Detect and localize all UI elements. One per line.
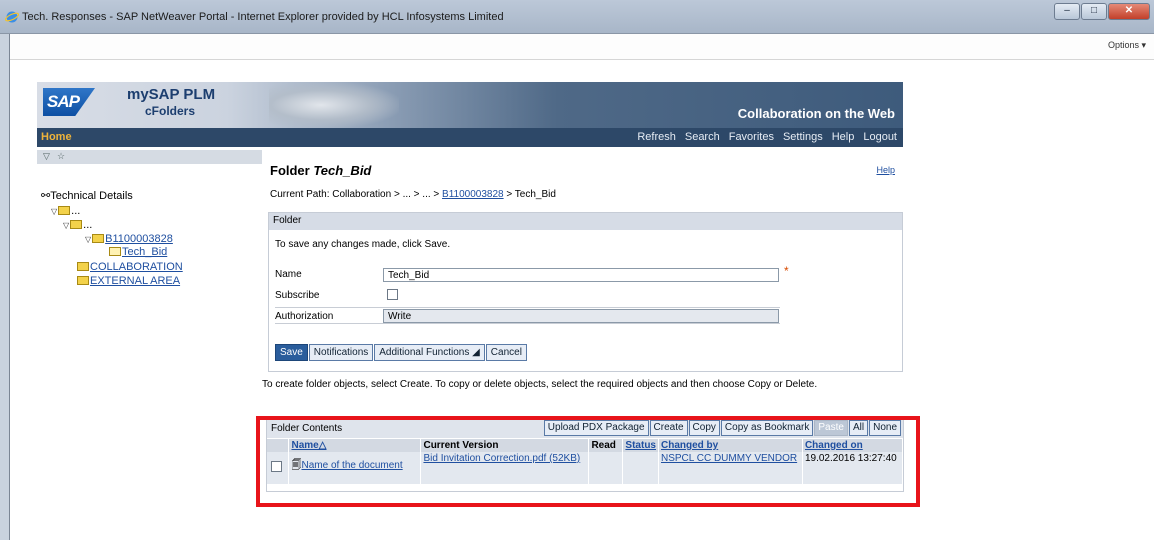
window-titlebar: Tech. Responses - SAP NetWeaver Portal -… (0, 0, 1154, 34)
nav-search[interactable]: Search (685, 131, 720, 143)
tree-toolbar: ▽ ☆ (37, 150, 262, 164)
subscribe-checkbox[interactable] (387, 289, 398, 300)
navigation-bar: Home Refresh Search Favorites Settings H… (37, 128, 903, 147)
page-title: Folder Tech_Bid (270, 163, 372, 178)
open-folder-icon (109, 247, 121, 256)
nav-favorites[interactable]: Favorites (729, 131, 774, 143)
folder-icon (92, 234, 105, 243)
banner-title: Collaboration on the Web (737, 106, 895, 121)
close-button[interactable]: ✕ (1108, 3, 1150, 20)
cancel-button[interactable]: Cancel (485, 344, 527, 361)
product-name: mySAP PLM (127, 86, 216, 103)
folder-tree: ⚯Technical Details ▽... ▽... ▽ B110000382… (37, 165, 262, 540)
name-label: Name (275, 269, 302, 280)
folder-icon (58, 206, 71, 215)
close-icon: ✕ (1124, 5, 1134, 16)
folder-panel: Folder To save any changes made, click S… (268, 212, 903, 372)
breadcrumb: Current Path: Collaboration > ... > ... … (270, 189, 556, 200)
collapse-icon[interactable]: ▽ (43, 151, 50, 162)
folder-icon (77, 262, 89, 271)
required-indicator: * (784, 264, 789, 278)
window-title: Tech. Responses - SAP NetWeaver Portal -… (22, 11, 504, 23)
nav-settings[interactable]: Settings (783, 131, 823, 143)
expand-icon: ▽ (51, 207, 58, 216)
panel-title: Folder (269, 213, 902, 230)
options-menu[interactable]: Options ▾ (1108, 40, 1146, 51)
nav-refresh[interactable]: Refresh (637, 131, 676, 143)
tree-node-collaboration[interactable]: COLLABORATION (77, 261, 183, 273)
window-left-border (0, 34, 10, 540)
tree-node-external-area[interactable]: EXTERNAL AREA (77, 275, 180, 287)
minimize-button[interactable]: – (1054, 3, 1080, 20)
internet-explorer-icon (5, 11, 19, 23)
minimize-icon: – (1064, 5, 1070, 16)
maximize-icon: □ (1090, 5, 1098, 16)
notifications-button[interactable]: Notifications (308, 344, 374, 361)
portal-header: SAP mySAP PLM cFolders Collaboration on … (37, 82, 903, 128)
folder-icon (70, 220, 83, 229)
sap-logo-text: SAP (47, 92, 80, 111)
tree-node-tech-bid[interactable]: Tech_Bid (109, 246, 167, 258)
save-button[interactable]: Save (275, 344, 308, 361)
expand-icon: ▽ (63, 221, 70, 230)
maximize-button[interactable]: □ (1081, 3, 1107, 20)
tree-node-level1[interactable]: ▽... (51, 205, 80, 217)
nav-logout[interactable]: Logout (863, 131, 897, 143)
nav-help[interactable]: Help (832, 131, 855, 143)
nav-home[interactable]: Home (41, 131, 72, 143)
authorization-label: Authorization (275, 311, 334, 322)
tree-node-level2[interactable]: ▽... (63, 219, 92, 231)
help-link[interactable]: Help (876, 165, 895, 175)
subscribe-label: Subscribe (275, 290, 320, 301)
breadcrumb-link[interactable]: B1100003828 (442, 189, 504, 200)
authorization-field: Write (383, 309, 779, 323)
folder-icon (77, 276, 89, 285)
browser-toolbar: Options ▾ (0, 34, 1154, 60)
sap-logo: SAP (43, 88, 95, 116)
header-photo (269, 82, 399, 128)
binoculars-icon: ⚯ (41, 190, 51, 202)
additional-functions-button[interactable]: Additional Functions ◢ (374, 344, 485, 361)
favorite-icon[interactable]: ☆ (57, 151, 65, 162)
tree-root[interactable]: ⚯Technical Details (41, 189, 133, 202)
product-subname: cFolders (145, 104, 196, 118)
name-field[interactable]: Tech_Bid (383, 268, 779, 282)
create-instructions: To create folder objects, select Create.… (262, 379, 818, 390)
expand-icon: ▽ (85, 235, 92, 244)
save-hint: To save any changes made, click Save. (275, 239, 451, 250)
highlight-annotation-box (256, 416, 920, 507)
tree-node-b1100003828[interactable]: ▽ B1100003828 (85, 233, 173, 245)
